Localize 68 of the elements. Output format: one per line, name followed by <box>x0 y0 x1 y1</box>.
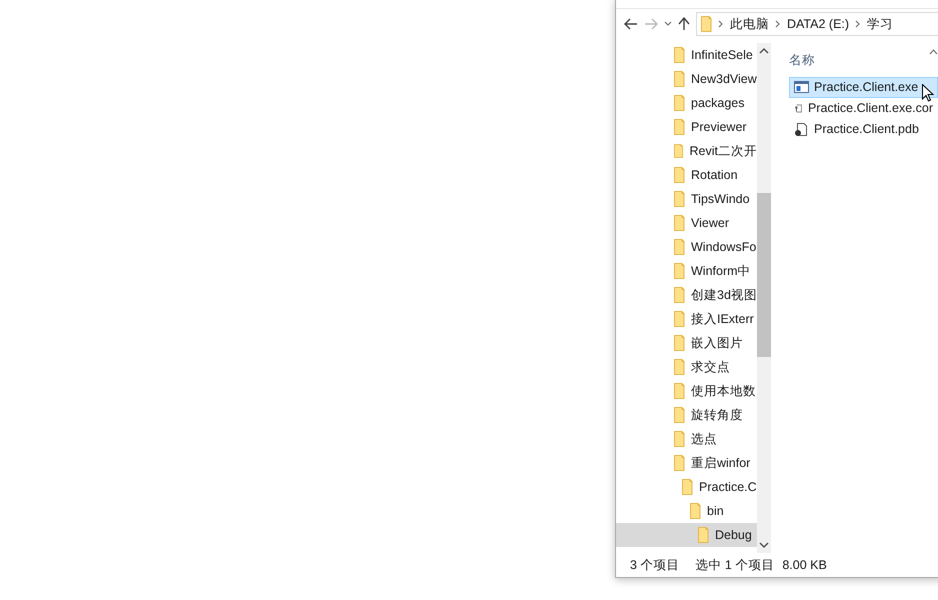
tree-item[interactable]: packages <box>616 91 757 115</box>
folder-icon <box>674 167 685 183</box>
folder-icon <box>674 455 685 471</box>
scroll-thumb[interactable] <box>757 193 771 357</box>
tree-item[interactable]: TipsWindo <box>616 187 757 211</box>
file-item[interactable]: Practice.Client.exe <box>789 77 938 98</box>
folder-icon <box>674 191 685 207</box>
tree-item[interactable]: Debug <box>616 523 757 547</box>
folder-icon <box>674 71 685 87</box>
folder-icon <box>690 503 701 519</box>
tree-item[interactable]: 求交点 <box>616 355 757 379</box>
mouse-cursor-icon <box>922 84 934 102</box>
tree-item[interactable]: 嵌入图片 <box>616 331 757 355</box>
tree-item[interactable]: WindowsFo <box>616 235 757 259</box>
tree-item[interactable]: Revit二次开 <box>616 139 757 163</box>
tree-item[interactable]: bin <box>616 499 757 523</box>
folder-icon <box>674 431 685 447</box>
tree-item[interactable]: 旋转角度 <box>616 403 757 427</box>
folder-icon <box>674 47 685 63</box>
breadcrumb-item[interactable]: DATA2 (E:) <box>787 14 850 34</box>
folder-icon <box>674 383 685 399</box>
tree-item[interactable]: 接入IExterr <box>616 307 757 331</box>
chevron-icon <box>855 20 862 28</box>
chevron-icon <box>718 20 724 28</box>
tree-item[interactable]: New3dView <box>616 67 757 91</box>
tree-item[interactable]: 选点 <box>616 427 757 451</box>
address-bar[interactable]: 此电脑 DATA2 (E:) 学习 <box>696 12 938 36</box>
folder-icon <box>674 263 685 279</box>
scrollbar[interactable] <box>757 43 771 553</box>
chevron-icon <box>775 20 781 28</box>
folder-icon <box>674 143 684 159</box>
folder-icon <box>674 239 685 255</box>
folder-icon <box>701 16 712 32</box>
folder-icon <box>674 119 685 135</box>
tree-item[interactable]: Viewer <box>616 211 757 235</box>
back-arrow-icon[interactable] <box>624 18 638 30</box>
status-text: 选中 1 个项目 <box>695 556 774 574</box>
file-item[interactable]: Practice.Client.exe.cor <box>789 98 938 119</box>
folder-icon <box>674 335 685 351</box>
folder-icon <box>698 527 709 543</box>
scroll-up-icon[interactable] <box>759 47 769 55</box>
document-icon <box>794 122 809 137</box>
breadcrumb-item[interactable]: 学习 <box>867 14 894 34</box>
file-item[interactable]: Practice.Client.pdb <box>789 119 938 140</box>
folder-icon <box>674 287 685 303</box>
tree-item[interactable]: Winform中 <box>616 259 757 283</box>
tree-item[interactable]: InfiniteSele <box>616 43 757 67</box>
breadcrumb-item[interactable]: 此电脑 <box>730 14 769 34</box>
tree-item[interactable]: Practice.C <box>616 475 757 499</box>
tree-item[interactable]: 使用本地数 <box>616 379 757 403</box>
folder-icon <box>674 95 685 111</box>
folder-icon <box>674 359 685 375</box>
folder-icon <box>674 311 685 327</box>
status-text: 3 个项目 <box>630 556 680 574</box>
scroll-down-icon[interactable] <box>759 541 769 549</box>
up-arrow-icon[interactable] <box>678 17 690 31</box>
tree-item[interactable]: Rotation <box>616 163 757 187</box>
status-text: 8.00 KB <box>782 556 827 574</box>
sort-caret-icon[interactable] <box>929 49 938 55</box>
folder-icon <box>682 479 693 495</box>
folder-icon <box>674 215 685 231</box>
tree-item[interactable]: Previewer <box>616 115 757 139</box>
application-icon <box>794 80 809 95</box>
dropdown-caret-icon[interactable] <box>664 21 672 27</box>
tree-item[interactable]: 重启winfor <box>616 451 757 475</box>
column-header[interactable]: 名称 <box>789 49 815 70</box>
folder-icon <box>674 407 685 423</box>
tree-item[interactable]: 创建3d视图 <box>616 283 757 307</box>
